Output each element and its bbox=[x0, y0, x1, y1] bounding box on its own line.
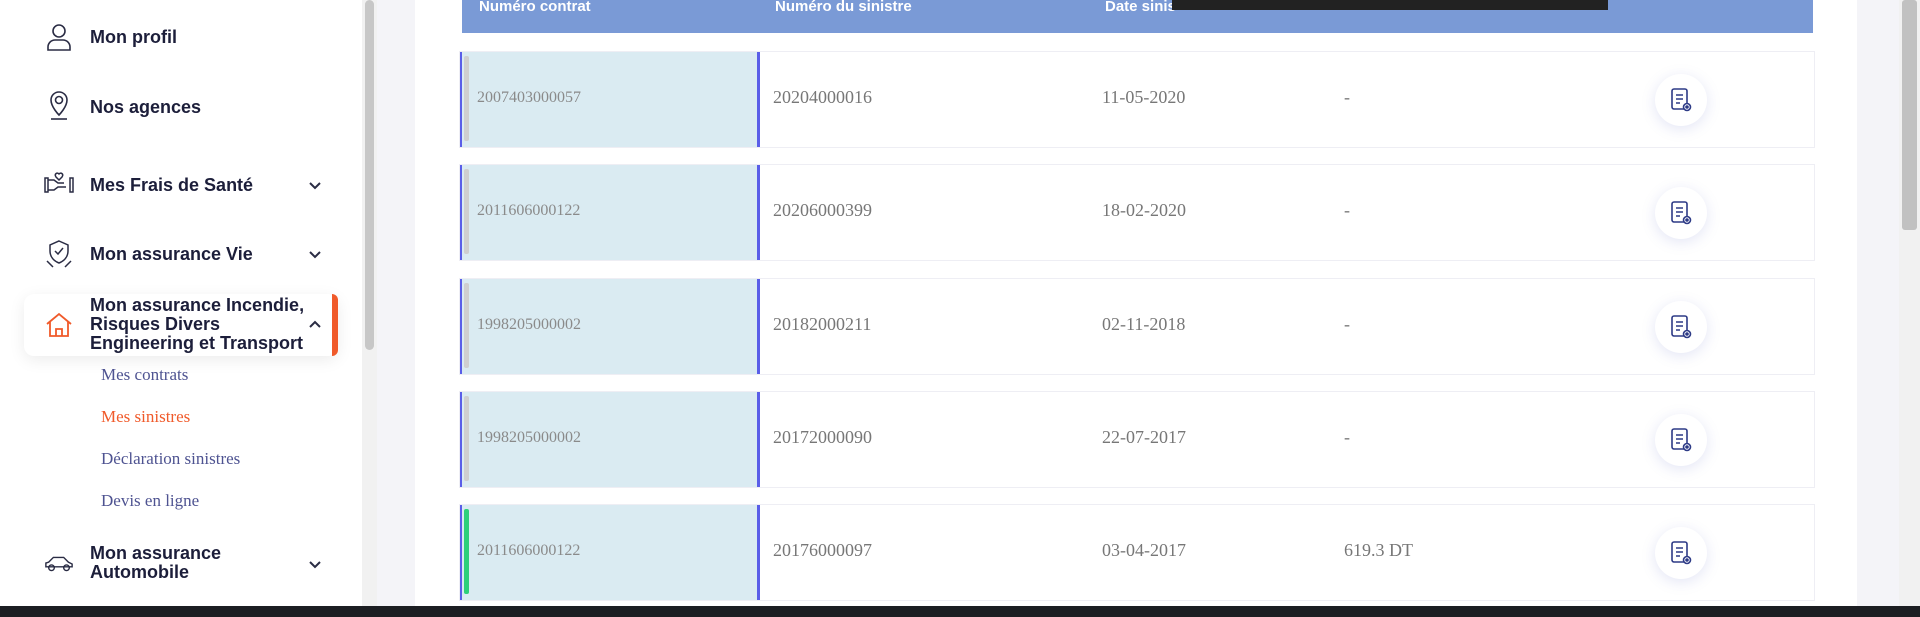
contract-number: 2007403000057 bbox=[477, 89, 581, 106]
table-row: 2011606000122 20206000399 18-02-2020 - bbox=[460, 165, 1814, 260]
status-marker bbox=[464, 56, 469, 141]
sidebar-item-agences[interactable]: Nos agences bbox=[0, 90, 340, 122]
table-row: 1998205000002 20172000090 22-07-2017 - bbox=[460, 392, 1814, 487]
claim-date: 03-04-2017 bbox=[1102, 540, 1186, 560]
claim-amount: - bbox=[1344, 427, 1350, 447]
home-icon bbox=[44, 310, 74, 340]
sidebar-item-label: Mon assurance Automobile bbox=[90, 543, 222, 582]
column-header-contrat: Numéro contrat bbox=[479, 0, 591, 15]
view-document-button[interactable] bbox=[1655, 301, 1707, 353]
document-view-icon bbox=[1671, 201, 1692, 225]
claim-number: 20182000211 bbox=[773, 314, 872, 334]
claim-number: 20206000399 bbox=[773, 200, 872, 220]
view-document-button[interactable] bbox=[1655, 414, 1707, 466]
sidebar-sub-devis[interactable]: Devis en ligne bbox=[101, 491, 199, 511]
claim-amount: 619.3 DT bbox=[1344, 540, 1413, 560]
bottom-bar bbox=[0, 606, 1920, 617]
contract-number: 1998205000002 bbox=[477, 316, 581, 333]
sidebar-item-incendie[interactable]: Mon assurance Incendie, Risques Divers E… bbox=[0, 294, 340, 356]
sidebar-item-label: Mes Frais de Santé bbox=[90, 175, 254, 195]
table-header: Numéro contrat Numéro du sinistre Date s… bbox=[462, 0, 1813, 33]
status-marker bbox=[464, 169, 469, 254]
sidebar-sub-sinistres[interactable]: Mes sinistres bbox=[101, 407, 190, 427]
chevron-up-icon[interactable] bbox=[306, 316, 324, 334]
sidebar-item-label: Mon assurance Incendie, Risques Divers E… bbox=[90, 295, 305, 353]
sidebar-item-label: Mon assurance Vie bbox=[90, 244, 253, 264]
contract-number: 1998205000002 bbox=[477, 429, 581, 446]
sidebar: Mon profil Nos agences Mes Frais de Sant… bbox=[0, 0, 362, 606]
page-scrollbar-thumb[interactable] bbox=[1902, 0, 1917, 230]
sidebar-scrollbar-thumb[interactable] bbox=[365, 0, 374, 350]
life-insurance-icon bbox=[44, 239, 74, 269]
contract-cell: 2007403000057 bbox=[460, 52, 760, 147]
user-icon bbox=[44, 22, 74, 52]
claim-number: 20176000097 bbox=[773, 540, 872, 560]
column-header-sinistre: Numéro du sinistre bbox=[775, 0, 912, 15]
contract-cell: 1998205000002 bbox=[460, 392, 760, 487]
contract-number: 2011606000122 bbox=[477, 542, 581, 559]
contract-cell: 1998205000002 bbox=[460, 279, 760, 374]
claim-amount: - bbox=[1344, 314, 1350, 334]
chevron-down-icon[interactable] bbox=[306, 555, 324, 573]
sidebar-sub-contrats[interactable]: Mes contrats bbox=[101, 365, 188, 385]
status-marker bbox=[464, 509, 469, 594]
sidebar-item-label: Mon profil bbox=[90, 27, 177, 47]
car-icon bbox=[44, 549, 74, 579]
view-document-button[interactable] bbox=[1655, 527, 1707, 579]
tooltip bbox=[1172, 0, 1608, 10]
table-row: 2007403000057 20204000016 11-05-2020 - bbox=[460, 52, 1814, 147]
claim-number: 20172000090 bbox=[773, 427, 872, 447]
contract-number: 2011606000122 bbox=[477, 202, 581, 219]
sidebar-item-frais-sante[interactable]: Mes Frais de Santé bbox=[0, 170, 340, 200]
contract-cell: 2011606000122 bbox=[460, 165, 760, 260]
map-pin-icon bbox=[44, 90, 74, 120]
sidebar-item-label: Nos agences bbox=[90, 97, 202, 117]
sidebar-sub-declaration[interactable]: Déclaration sinistres bbox=[101, 449, 240, 469]
document-view-icon bbox=[1671, 315, 1692, 339]
view-document-button[interactable] bbox=[1655, 74, 1707, 126]
chevron-down-icon[interactable] bbox=[306, 176, 324, 194]
chevron-down-icon[interactable] bbox=[306, 245, 324, 263]
status-marker bbox=[464, 283, 469, 368]
claim-date: 11-05-2020 bbox=[1102, 87, 1186, 107]
claim-date: 18-02-2020 bbox=[1102, 200, 1186, 220]
table-row: 2011606000122 20176000097 03-04-2017 619… bbox=[460, 505, 1814, 600]
claim-amount: - bbox=[1344, 87, 1350, 107]
document-view-icon bbox=[1671, 541, 1692, 565]
health-hands-icon bbox=[44, 170, 74, 200]
claim-date: 02-11-2018 bbox=[1102, 314, 1186, 334]
view-document-button[interactable] bbox=[1655, 187, 1707, 239]
sidebar-item-automobile[interactable]: Mon assurance Automobile bbox=[0, 544, 340, 584]
sidebar-item-profil[interactable]: Mon profil bbox=[0, 22, 340, 52]
column-header-date: Date sinis bbox=[1105, 0, 1176, 15]
claim-date: 22-07-2017 bbox=[1102, 427, 1186, 447]
status-marker bbox=[464, 396, 469, 481]
sidebar-item-assurance-vie[interactable]: Mon assurance Vie bbox=[0, 239, 340, 269]
table-row: 1998205000002 20182000211 02-11-2018 - bbox=[460, 279, 1814, 374]
document-view-icon bbox=[1671, 428, 1692, 452]
claim-number: 20204000016 bbox=[773, 87, 872, 107]
contract-cell: 2011606000122 bbox=[460, 505, 760, 600]
document-view-icon bbox=[1671, 88, 1692, 112]
claim-amount: - bbox=[1344, 200, 1350, 220]
